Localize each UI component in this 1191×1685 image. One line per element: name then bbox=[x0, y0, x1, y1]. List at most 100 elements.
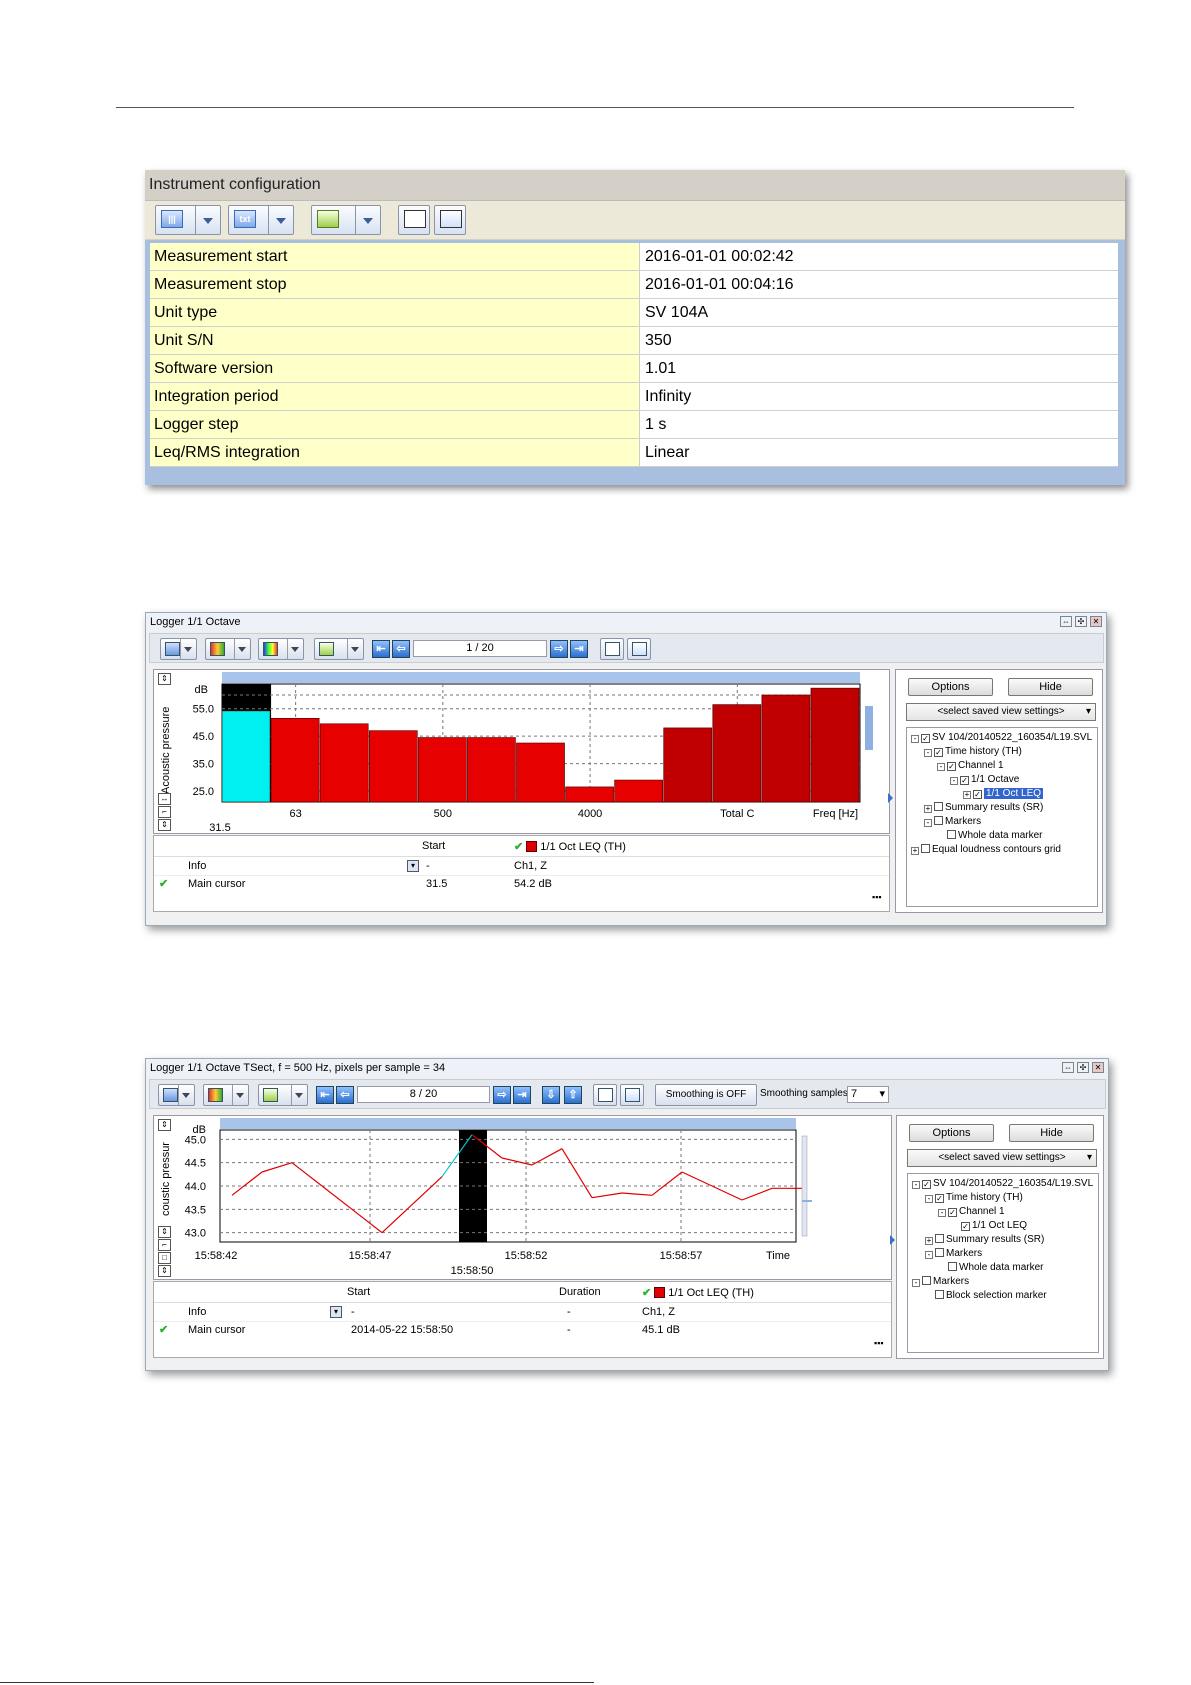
restore-icon[interactable]: ⇔ bbox=[1062, 1062, 1074, 1073]
checkbox[interactable] bbox=[922, 1276, 931, 1285]
checkbox[interactable] bbox=[935, 1248, 944, 1257]
export-txt-button[interactable]: txt bbox=[228, 205, 294, 235]
checkbox[interactable] bbox=[934, 816, 943, 825]
previous-page-icon[interactable]: ⇦ bbox=[392, 640, 410, 658]
chevron-down-icon[interactable]: ▾ bbox=[330, 1306, 342, 1318]
checkbox[interactable] bbox=[947, 830, 956, 839]
page-indicator[interactable]: 8 / 20 bbox=[357, 1086, 490, 1103]
checkbox[interactable] bbox=[934, 802, 943, 811]
checkbox[interactable]: ✓ bbox=[973, 790, 982, 799]
collapse-icon[interactable]: - bbox=[950, 777, 958, 785]
tree-node[interactable]: - ✓ Time history (TH) bbox=[924, 745, 1022, 758]
tree-node[interactable]: Whole data marker bbox=[937, 829, 1042, 842]
expand-icon[interactable]: + bbox=[924, 805, 932, 813]
tools-button[interactable] bbox=[258, 1084, 308, 1106]
more-icon[interactable]: ▪▪▪ bbox=[874, 1338, 884, 1348]
checkbox[interactable] bbox=[948, 1262, 957, 1271]
checkbox[interactable]: ✓ bbox=[961, 1222, 970, 1231]
collapse-icon[interactable]: - bbox=[925, 1251, 933, 1259]
tree-node[interactable]: + Equal loudness contours grid bbox=[911, 843, 1061, 856]
collapse-arrow-icon[interactable] bbox=[890, 1235, 895, 1245]
close-icon[interactable]: ✕ bbox=[1090, 616, 1102, 627]
chevron-down-icon[interactable] bbox=[347, 639, 363, 659]
tree-node[interactable]: Block selection marker bbox=[925, 1289, 1047, 1302]
chevron-down-icon[interactable] bbox=[178, 1085, 194, 1105]
checkbox[interactable]: ✓ bbox=[947, 762, 956, 771]
tree-node[interactable]: + Summary results (SR) bbox=[924, 801, 1043, 814]
first-page-icon[interactable]: ⇤ bbox=[316, 1086, 334, 1104]
arrow-down-icon[interactable]: ⇩ bbox=[542, 1086, 560, 1104]
options-button[interactable]: Options bbox=[908, 678, 993, 696]
tools-button[interactable] bbox=[311, 205, 381, 235]
tree-node[interactable]: + Summary results (SR) bbox=[925, 1233, 1044, 1246]
tree-node[interactable]: - Markers bbox=[924, 815, 981, 828]
checkbox[interactable]: ✓ bbox=[921, 734, 930, 743]
next-page-icon[interactable]: ⇨ bbox=[550, 640, 568, 658]
chevron-down-icon[interactable] bbox=[195, 206, 220, 234]
chevron-down-icon[interactable] bbox=[287, 639, 303, 659]
tree-node[interactable]: - ✓ 1/1 Octave bbox=[950, 773, 1019, 786]
chevron-down-icon[interactable] bbox=[234, 639, 250, 659]
tree-node[interactable]: - ✓ SV 104/20140522_160354/L19.SVL bbox=[911, 731, 1092, 744]
options-button[interactable]: Options bbox=[909, 1124, 994, 1142]
collapse-icon[interactable]: - bbox=[912, 1181, 920, 1189]
octave-bar-chart[interactable]: 25.0 35.0 45.0 55.0 dB 63 500 4000 Total C Freq [… bbox=[154, 670, 889, 833]
collapse-icon[interactable]: - bbox=[911, 735, 919, 743]
checkbox[interactable]: ✓ bbox=[960, 776, 969, 785]
tools-button[interactable] bbox=[314, 638, 364, 660]
tree-node[interactable]: ✓ 1/1 Oct LEQ bbox=[951, 1219, 1027, 1232]
split-view-button[interactable] bbox=[600, 638, 624, 660]
tree-node[interactable]: - ✓ Channel 1 bbox=[938, 1205, 1005, 1218]
chevron-down-icon[interactable] bbox=[268, 206, 293, 234]
window-layout-button[interactable] bbox=[620, 1084, 644, 1106]
chevron-down-icon[interactable] bbox=[291, 1085, 307, 1105]
smoothing-select[interactable]: 7 ▾ bbox=[847, 1086, 889, 1103]
maximize-icon[interactable]: ✣ bbox=[1075, 616, 1087, 627]
hide-button[interactable]: Hide bbox=[1009, 1124, 1094, 1142]
expand-icon[interactable]: + bbox=[925, 1237, 933, 1245]
bar-chart-button[interactable] bbox=[203, 1084, 249, 1106]
more-icon[interactable]: ▪▪▪ bbox=[872, 892, 882, 902]
previous-page-icon[interactable]: ⇦ bbox=[336, 1086, 354, 1104]
hide-button[interactable]: Hide bbox=[1008, 678, 1093, 696]
table-view-button[interactable]: ||| bbox=[155, 205, 221, 235]
checkbox[interactable]: ✓ bbox=[948, 1208, 957, 1217]
expand-icon[interactable]: + bbox=[911, 847, 919, 855]
table-view-button[interactable] bbox=[158, 1084, 195, 1106]
collapse-icon[interactable]: - bbox=[938, 1209, 946, 1217]
spectrogram-button[interactable] bbox=[258, 638, 304, 660]
tree-node[interactable]: - Markers bbox=[925, 1247, 982, 1260]
smoothing-toggle-button[interactable]: Smoothing is OFF bbox=[655, 1084, 757, 1106]
close-icon[interactable]: ✕ bbox=[1092, 1062, 1104, 1073]
checkbox[interactable] bbox=[935, 1234, 944, 1243]
last-page-icon[interactable]: ⇥ bbox=[513, 1086, 531, 1104]
chevron-down-icon[interactable] bbox=[180, 639, 196, 659]
saved-view-select[interactable]: <select saved view settings> ▾ bbox=[907, 1149, 1097, 1167]
checkbox[interactable]: ✓ bbox=[935, 1194, 944, 1203]
restore-icon[interactable]: ⇔ bbox=[1060, 616, 1072, 627]
collapse-icon[interactable]: - bbox=[925, 1195, 933, 1203]
tree-node[interactable]: - ✓ Time history (TH) bbox=[925, 1191, 1023, 1204]
next-page-icon[interactable]: ⇨ bbox=[493, 1086, 511, 1104]
tsect-line-chart[interactable]: 43.0 43.5 44.0 44.5 45.0dB 15:58:42 15:58:47 15… bbox=[154, 1116, 891, 1279]
chevron-down-icon[interactable]: ▾ bbox=[407, 860, 419, 872]
checkbox[interactable]: ✓ bbox=[934, 748, 943, 757]
checkbox[interactable] bbox=[935, 1290, 944, 1299]
split-view-button[interactable] bbox=[398, 205, 430, 235]
collapse-icon[interactable]: - bbox=[924, 749, 932, 757]
tree-node[interactable]: - ✓ Channel 1 bbox=[937, 759, 1004, 772]
maximize-icon[interactable]: ✣ bbox=[1077, 1062, 1089, 1073]
window-layout-button[interactable] bbox=[434, 205, 466, 235]
tree-node[interactable]: + ✓ 1/1 Oct LEQ bbox=[963, 787, 1044, 800]
page-indicator[interactable]: 1 / 20 bbox=[413, 640, 547, 657]
checkbox[interactable]: ✓ bbox=[922, 1180, 931, 1189]
collapse-icon[interactable]: - bbox=[937, 763, 945, 771]
checkbox[interactable] bbox=[921, 844, 930, 853]
tree-node[interactable]: - Markers bbox=[912, 1275, 969, 1288]
bar-chart-button[interactable] bbox=[205, 638, 251, 660]
tree-node[interactable]: Whole data marker bbox=[938, 1261, 1043, 1274]
chevron-down-icon[interactable] bbox=[232, 1085, 248, 1105]
table-view-button[interactable] bbox=[160, 638, 197, 660]
collapse-icon[interactable]: - bbox=[912, 1279, 920, 1287]
first-page-icon[interactable]: ⇤ bbox=[372, 640, 390, 658]
